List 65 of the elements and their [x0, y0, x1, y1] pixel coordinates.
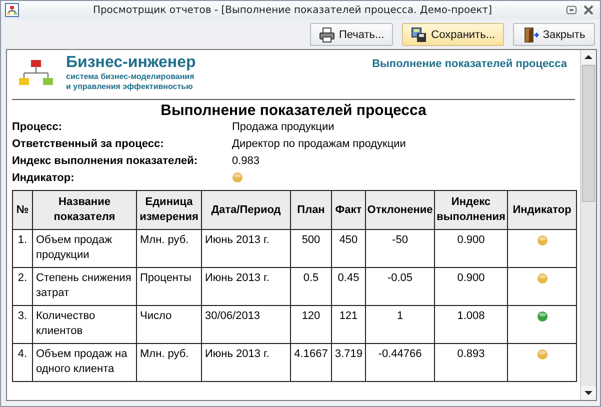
column-header: Индекс выполнения	[434, 190, 508, 230]
report-header-title: Выполнение показателей процесса	[372, 58, 567, 70]
table-cell: Число	[136, 306, 202, 344]
floppy-disk-icon	[411, 26, 428, 42]
table-cell: 1.	[12, 230, 32, 268]
printer-icon	[318, 26, 335, 42]
window-title: Просмотрщик отчетов - [Выполнение показателей процесса. Демо-проект]	[92, 4, 494, 16]
table-cell: 30/06/2013	[202, 306, 290, 344]
table-cell: -0.44766	[366, 344, 434, 382]
table-cell: 2.	[12, 268, 32, 306]
table-cell: Объем продаж на одного клиента	[32, 344, 136, 382]
field-label: Ответственный за процесс:	[12, 137, 165, 151]
table-cell: -0.05	[366, 268, 434, 306]
door-exit-icon	[522, 26, 539, 42]
table-cell: 1.008	[434, 306, 508, 344]
column-header: План	[290, 190, 332, 230]
column-header: Название показателя	[32, 190, 136, 230]
brand-tagline: и управления эффективностью	[66, 82, 194, 92]
table-cell: 3.	[12, 306, 32, 344]
table-cell: 0.900	[434, 230, 508, 268]
table-cell: 450	[332, 230, 366, 268]
column-header: Индикатор	[508, 190, 576, 230]
table-cell: Июнь 2013 г.	[202, 268, 290, 306]
report-title: Выполнение показателей процесса	[160, 101, 428, 120]
table-cell: 0.900	[434, 268, 508, 306]
table-cell: Количество клиентов	[32, 306, 136, 344]
save-button[interactable]: Сохранить...	[402, 23, 504, 46]
table-cell: 500	[290, 230, 332, 268]
field-value: Продажа продукции	[232, 120, 336, 134]
scrollbar[interactable]	[580, 50, 596, 400]
close-icon[interactable]	[583, 5, 594, 15]
table-cell: 0.893	[434, 344, 508, 382]
field-label: Индекс выполнения показателей:	[12, 154, 199, 168]
column-header: №	[12, 190, 32, 230]
column-header: Единица измерения	[136, 190, 202, 230]
table-cell: Июнь 2013 г.	[202, 230, 290, 268]
table-cell: Степень снижения затрат	[32, 268, 136, 306]
table-cell: 120	[290, 306, 332, 344]
column-header: Факт	[332, 190, 366, 230]
table-cell: 1	[366, 306, 434, 344]
field-label: Процесс:	[12, 120, 63, 134]
table-cell: Объем продаж продукции	[32, 230, 136, 268]
table-cell: 0.5	[290, 268, 332, 306]
print-button[interactable]: Печать...	[310, 23, 394, 46]
table-cell: Проценты	[136, 268, 202, 306]
brand-name: Бизнес-инженер	[66, 53, 196, 72]
close-button[interactable]: Закрыть	[513, 23, 595, 46]
restore-icon[interactable]	[566, 5, 577, 15]
table-cell: -50	[366, 230, 434, 268]
column-header: Дата/Период	[202, 190, 290, 230]
scroll-thumb[interactable]	[582, 65, 595, 202]
app-icon[interactable]	[5, 3, 19, 17]
table-cell: Млн. руб.	[136, 230, 202, 268]
brand-tagline: система бизнес-моделирования	[66, 72, 196, 82]
column-header: Отклонение	[366, 190, 434, 230]
table-cell: 4.	[12, 344, 32, 382]
table-cell: Июнь 2013 г.	[202, 344, 290, 382]
table-cell: 4.1667	[290, 344, 332, 382]
field-value: 0.983	[232, 154, 261, 168]
field-label: Индикатор:	[12, 171, 76, 185]
table-cell: 121	[332, 306, 366, 344]
table-cell: 3.719	[332, 344, 366, 382]
table-cell: 0.45	[332, 268, 366, 306]
table-cell: Млн. руб.	[136, 344, 202, 382]
field-value: Директор по продажам продукции	[232, 137, 407, 151]
